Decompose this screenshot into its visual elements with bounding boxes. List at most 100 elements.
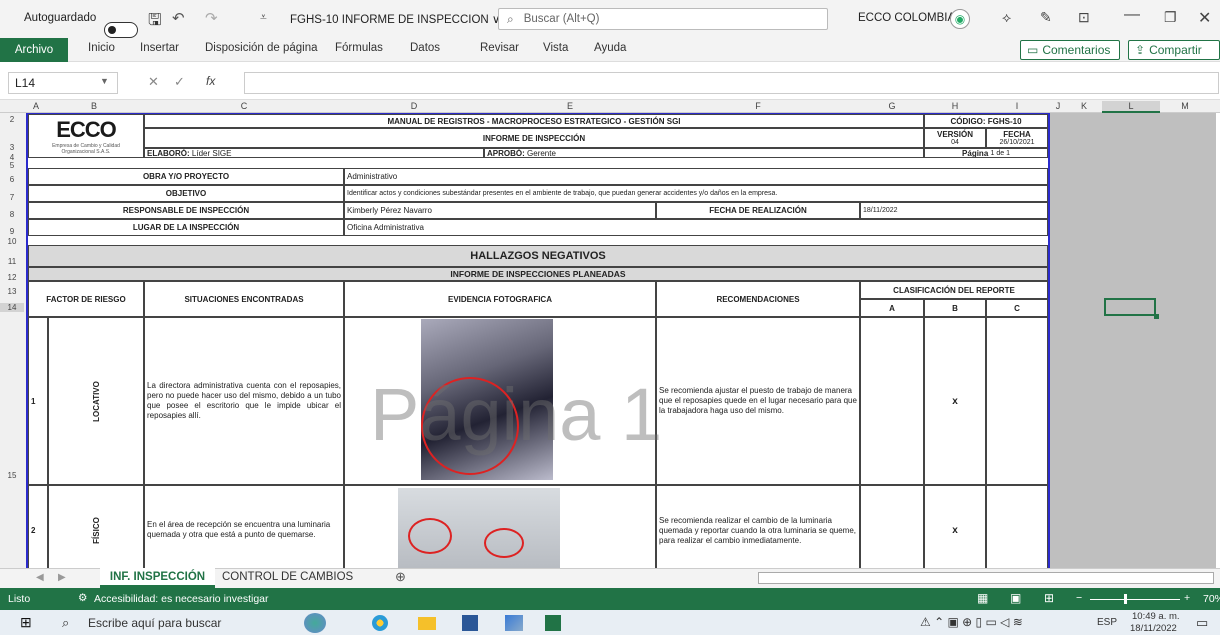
add-sheet-icon[interactable]: ⊕ — [395, 569, 406, 585]
pen-icon[interactable]: ✎ — [1040, 9, 1052, 26]
row-header[interactable]: 9 — [0, 227, 24, 236]
share-button[interactable]: ⇪ Compartir — [1128, 40, 1220, 60]
account-name[interactable]: ECCO COLOMBIA — [858, 12, 955, 24]
selected-cell-l14[interactable] — [1104, 298, 1156, 316]
clock-date[interactable]: 18/11/2022 — [1130, 623, 1177, 634]
col-header[interactable]: A — [28, 101, 44, 111]
chevron-down-icon[interactable]: ▼ — [100, 76, 109, 86]
pagina-label: Página — [962, 148, 989, 158]
page-break-icon[interactable]: ⊞ — [1044, 591, 1054, 605]
informe-planeadas-title: INFORME DE INSPECCIONES PLANEADAS — [28, 267, 1048, 281]
col-header[interactable]: K — [1066, 101, 1102, 111]
col-header[interactable]: E — [484, 101, 656, 111]
minimize-icon[interactable]: — — [1124, 6, 1140, 24]
normal-view-icon[interactable]: ▦ — [977, 591, 988, 605]
col-header[interactable]: G — [860, 101, 924, 111]
col-header-selected[interactable]: L — [1102, 101, 1160, 113]
row-header[interactable]: 8 — [0, 210, 24, 219]
photos-icon[interactable] — [505, 615, 523, 631]
fx-icon[interactable]: fx — [206, 74, 215, 88]
row-header[interactable]: 15 — [0, 471, 24, 480]
tab-vista[interactable]: Vista — [543, 42, 568, 54]
zoom-slider[interactable] — [1090, 599, 1180, 600]
restore-icon[interactable]: ❐ — [1164, 9, 1177, 26]
enter-icon[interactable]: ✓ — [174, 74, 185, 90]
evidence-photo-1[interactable] — [421, 319, 553, 480]
save-icon[interactable]: 🖫 — [148, 9, 162, 36]
prev-sheet-icon[interactable]: ◀ — [36, 572, 44, 583]
avatar[interactable]: ◉ — [950, 9, 970, 29]
fecha-realizacion-label: FECHA DE REALIZACIÓN — [656, 202, 860, 219]
zoom-level[interactable]: 70% — [1203, 593, 1220, 605]
language-indicator[interactable]: ESP — [1097, 617, 1117, 628]
customize-icon[interactable]: ⩡ — [260, 10, 267, 25]
status-bar: Listo ⚙ Accesibilidad: es necesario inve… — [0, 588, 1220, 610]
class-b-mark: x — [924, 317, 986, 485]
row-header[interactable]: 13 — [0, 287, 24, 296]
zoom-in-icon[interactable]: + — [1184, 592, 1190, 604]
lugar-value: Oficina Administrativa — [344, 219, 1048, 236]
tab-control-cambios[interactable]: CONTROL DE CAMBIOS — [222, 571, 353, 583]
situacion-text: En el área de recepción se encuentra una… — [144, 485, 344, 575]
col-header[interactable]: M — [1160, 101, 1210, 111]
col-header[interactable]: F — [656, 101, 860, 111]
windows-start-icon[interactable]: ⊞ — [20, 614, 32, 631]
page-layout-icon[interactable]: ▣ — [1010, 591, 1021, 605]
horizontal-scrollbar[interactable] — [758, 572, 1214, 584]
taskbar-search[interactable]: Escribe aquí para buscar — [88, 616, 221, 630]
tab-formulas[interactable]: Fórmulas — [335, 42, 383, 54]
col-header[interactable]: H — [924, 101, 986, 111]
system-tray-icons[interactable]: ⚠ ⌃ ▣ ⊕ ▯ ▭ ◁ ≋ — [920, 615, 1023, 629]
word-icon[interactable] — [462, 615, 478, 631]
col-header[interactable]: I — [986, 101, 1048, 111]
taskbar-search-icon[interactable]: ⌕ — [62, 615, 69, 631]
notifications-icon[interactable]: ▭ — [1196, 615, 1208, 631]
ribbon-display-icon[interactable]: ⊡ — [1078, 9, 1090, 26]
row-header[interactable]: 3 — [0, 143, 24, 152]
tab-disposicion[interactable]: Disposición de página — [205, 42, 318, 54]
excel-icon[interactable] — [545, 615, 561, 631]
cancel-icon[interactable]: ✕ — [148, 74, 159, 90]
formula-input[interactable] — [244, 72, 1219, 94]
search-input[interactable]: ⌕ Buscar (Alt+Q) — [498, 8, 828, 30]
close-icon[interactable]: ✕ — [1198, 8, 1211, 28]
zoom-slider-thumb[interactable] — [1124, 594, 1127, 604]
col-header[interactable]: J — [1050, 101, 1066, 111]
accessibility-icon[interactable]: ⚙ — [78, 592, 87, 604]
tab-ayuda[interactable]: Ayuda — [594, 42, 626, 54]
row-header[interactable]: 5 — [0, 161, 24, 170]
clock-time[interactable]: 10:49 a. m. — [1132, 611, 1180, 622]
undo-icon[interactable]: ↶ — [172, 9, 185, 27]
fill-handle[interactable] — [1154, 314, 1159, 319]
comments-button[interactable]: ▭ Comentarios — [1020, 40, 1120, 60]
row-header[interactable]: 6 — [0, 175, 24, 184]
non-print-area[interactable] — [1050, 113, 1216, 568]
tab-insertar[interactable]: Insertar — [140, 42, 179, 54]
row-header[interactable]: 2 — [0, 115, 24, 124]
autosave-toggle[interactable] — [104, 22, 138, 38]
row-header[interactable]: 11 — [0, 257, 24, 266]
chrome-icon[interactable] — [372, 615, 388, 631]
row-header[interactable]: 7 — [0, 193, 24, 202]
th-a: A — [860, 299, 924, 317]
next-sheet-icon[interactable]: ▶ — [58, 572, 66, 583]
diamond-icon[interactable]: ⟡ — [1002, 9, 1011, 26]
redo-icon[interactable]: ↷ — [205, 9, 218, 27]
file-explorer-icon[interactable] — [418, 617, 436, 630]
accessibility-status[interactable]: Accesibilidad: es necesario investigar — [94, 593, 269, 605]
col-header[interactable]: B — [44, 101, 144, 111]
col-header[interactable]: C — [144, 101, 344, 111]
row-header[interactable]: 10 — [0, 237, 24, 246]
document-title[interactable]: FGHS-10 INFORME DE INSPECCION ∨ — [290, 12, 500, 26]
col-header[interactable]: D — [344, 101, 484, 111]
evidence-photo-2[interactable] — [398, 488, 560, 568]
row-header-selected[interactable]: 14 — [0, 303, 24, 312]
row-header[interactable]: 12 — [0, 273, 24, 282]
tab-datos[interactable]: Datos — [410, 42, 440, 54]
zoom-out-icon[interactable]: − — [1076, 592, 1082, 604]
tab-archivo[interactable]: Archivo — [0, 38, 68, 62]
widget-icon[interactable] — [304, 613, 326, 633]
tab-revisar[interactable]: Revisar — [480, 42, 519, 54]
tab-inf-inspeccion[interactable]: INF. INSPECCIÓN — [100, 568, 215, 588]
tab-inicio[interactable]: Inicio — [88, 42, 115, 54]
